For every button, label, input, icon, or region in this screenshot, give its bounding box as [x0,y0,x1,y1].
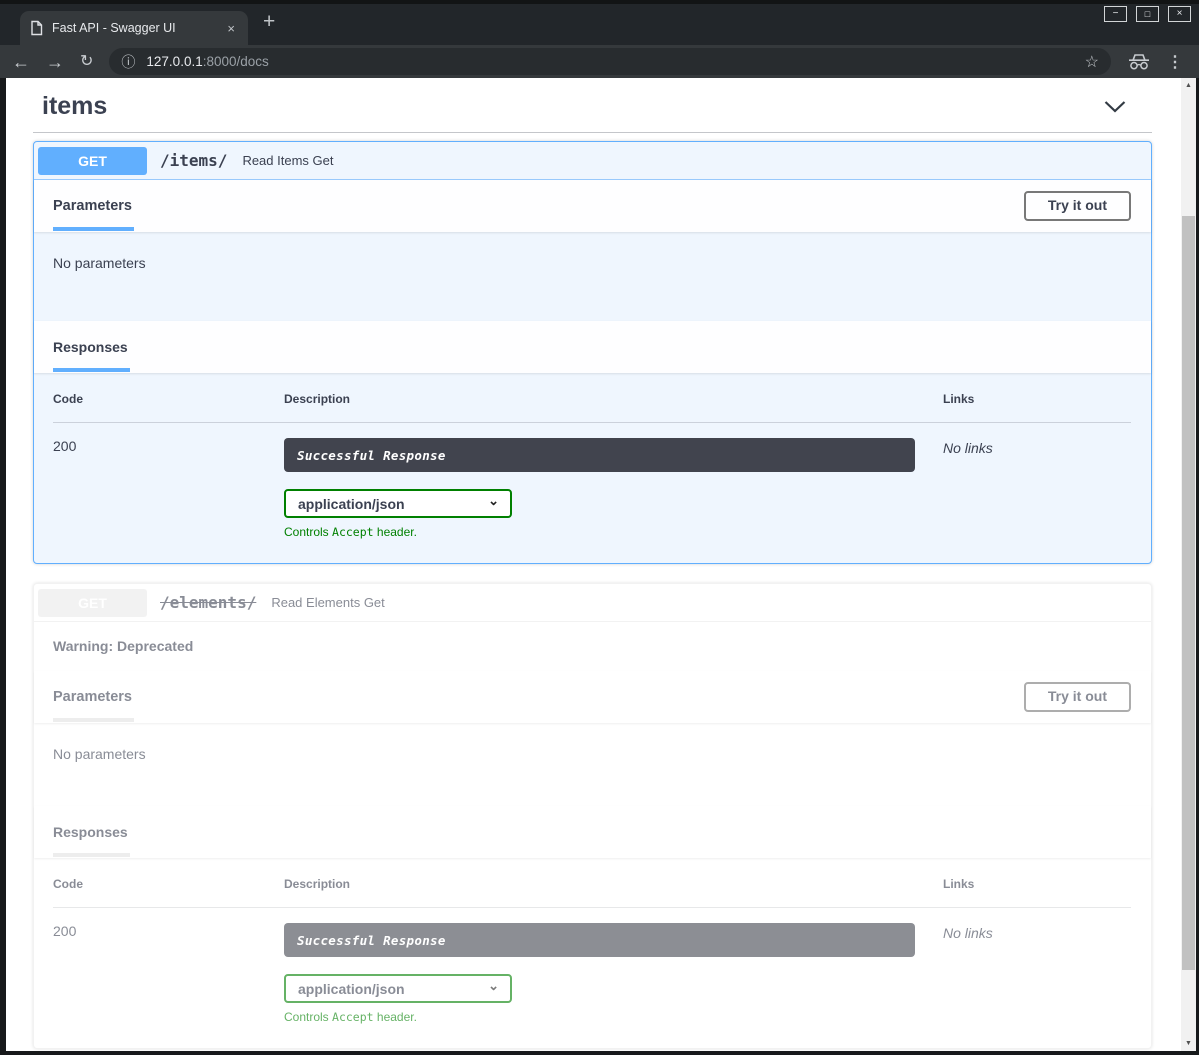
url-path: :8000/docs [203,54,269,69]
new-tab-button[interactable]: + [263,11,275,33]
parameters-title: Parameters [53,689,132,705]
back-icon[interactable]: ← [12,53,30,71]
scrollbar-down-icon[interactable]: ▼ [1181,1036,1196,1051]
parameters-header: Parameters Try it out [34,180,1151,232]
page-scrollbar[interactable]: ▲ ▼ [1181,78,1196,1051]
opblock-get-items: GET /items/ Read Items Get Parameters Tr… [33,141,1152,564]
description-column-header: Description [284,877,943,891]
responses-title: Responses [53,824,128,840]
browser-tab[interactable]: Fast API - Swagger UI × [20,11,248,45]
page-favicon-icon [30,20,43,36]
no-links-text: No links [943,923,1131,941]
url-host: 127.0.0.1 [146,54,202,69]
responses-body: Code Description Links 200 Successful Re… [34,858,1151,1048]
window-controls: − □ × [1104,6,1191,22]
tab-close-icon[interactable]: × [224,21,238,36]
forward-icon[interactable]: → [46,53,64,71]
accept-header-note: Controls Accept header. [284,525,915,539]
page-content: items GET /items/ Read Items Get Paramet… [6,78,1196,1051]
incognito-icon[interactable] [1127,53,1151,70]
minimize-button[interactable]: − [1104,6,1127,22]
parameters-title: Parameters [53,198,132,214]
parameters-header: Parameters Try it out [34,671,1151,723]
browser-menu-icon[interactable]: ⋮ [1167,52,1183,72]
opblock-header[interactable]: GET /elements/ Read Elements Get [34,584,1151,622]
responses-title: Responses [53,339,128,355]
response-code: 200 [53,923,284,1024]
try-it-out-button[interactable]: Try it out [1024,682,1131,711]
response-row-200: 200 Successful Response application/json… [53,423,1131,539]
collapse-chevron-down-icon[interactable] [1103,100,1127,113]
parameters-body: No parameters [34,232,1151,321]
tag-title: items [42,92,107,121]
links-column-header: Links [943,877,1131,891]
deprecated-warning: Warning: Deprecated [34,622,1151,671]
response-description-box: Successful Response [284,438,915,472]
method-badge: GET [38,589,147,617]
no-parameters-text: No parameters [53,255,146,271]
accept-header-note: Controls Accept header. [284,1010,915,1024]
opblock-get-elements-deprecated: GET /elements/ Read Elements Get Warning… [33,583,1152,1049]
site-info-icon[interactable]: ⓘ [121,52,135,72]
scrollbar-up-icon[interactable]: ▲ [1181,78,1196,93]
endpoint-path: /elements/ [160,593,256,612]
responses-body: Code Description Links 200 Successful Re… [34,373,1151,563]
try-it-out-button[interactable]: Try it out [1024,191,1131,220]
maximize-button[interactable]: □ [1136,6,1159,22]
swagger-page: items GET /items/ Read Items Get Paramet… [6,78,1181,1051]
media-type-select[interactable]: application/json ⌄ [284,489,512,518]
no-parameters-text: No parameters [53,746,146,762]
responses-header: Responses [34,806,1151,858]
media-type-value: application/json [298,496,405,512]
parameters-body: No parameters [34,723,1151,806]
no-links-text: No links [943,438,1131,456]
window-frame-top [0,0,1199,4]
browser-titlebar: Fast API - Swagger UI × + − □ × [0,0,1199,45]
description-column-header: Description [284,392,943,406]
tab-title: Fast API - Swagger UI [52,21,224,35]
links-column-header: Links [943,392,1131,406]
endpoint-summary: Read Items Get [242,153,333,168]
response-code: 200 [53,438,284,539]
response-description-box: Successful Response [284,923,915,957]
media-type-select[interactable]: application/json ⌄ [284,974,512,1003]
method-badge: GET [38,147,147,175]
media-type-value: application/json [298,981,405,997]
response-row-200: 200 Successful Response application/json… [53,908,1131,1024]
responses-table-header: Code Description Links [53,392,1131,423]
responses-table-header: Code Description Links [53,877,1131,908]
code-column-header: Code [53,392,284,406]
browser-toolbar: ← → ↻ ⓘ 127.0.0.1:8000/docs ☆ ⋮ [0,45,1199,78]
responses-header: Responses [34,321,1151,373]
bookmark-star-icon[interactable]: ☆ [1085,52,1099,72]
url-text: 127.0.0.1:8000/docs [146,54,268,69]
close-button[interactable]: × [1168,6,1191,22]
code-column-header: Code [53,877,284,891]
opblock-header[interactable]: GET /items/ Read Items Get [34,142,1151,180]
endpoint-path: /items/ [160,151,227,170]
scrollbar-thumb[interactable] [1182,216,1195,970]
reload-icon[interactable]: ↻ [80,54,93,70]
address-bar[interactable]: ⓘ 127.0.0.1:8000/docs ☆ [109,48,1111,75]
endpoint-summary: Read Elements Get [271,595,384,610]
tag-section-header: items [33,86,1152,133]
